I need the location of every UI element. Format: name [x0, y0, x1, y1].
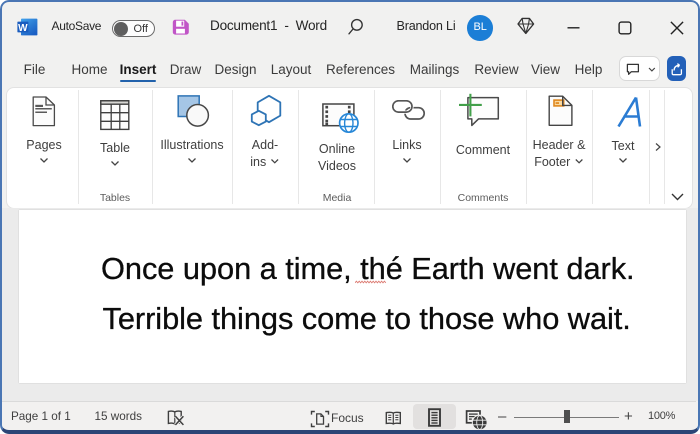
- svg-text:W: W: [18, 23, 28, 34]
